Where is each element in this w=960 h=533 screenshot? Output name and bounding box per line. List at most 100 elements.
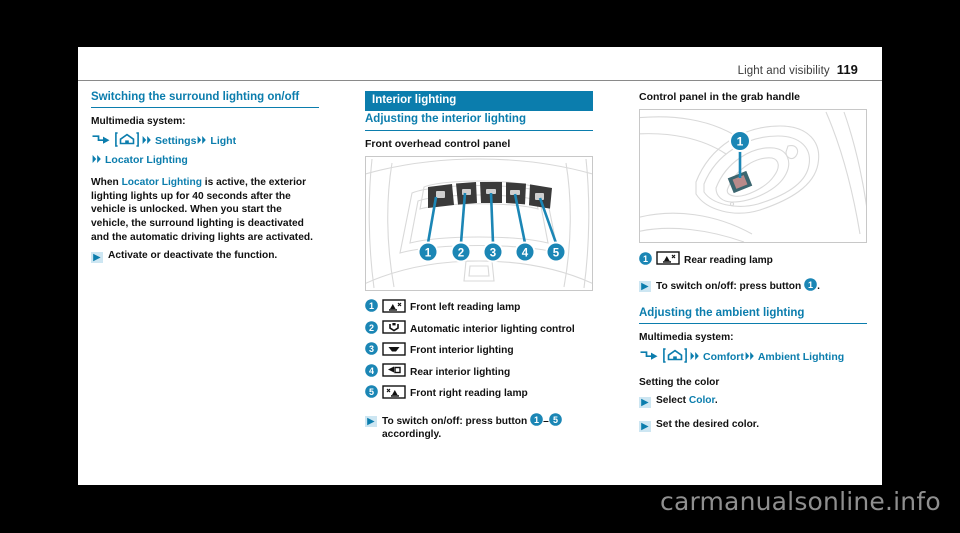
legend-label: Rear reading lamp bbox=[684, 254, 773, 266]
rear-interior-lighting-icon bbox=[382, 363, 406, 382]
heading-switching-surround-lighting: Switching the surround lighting on/off bbox=[91, 91, 319, 109]
svg-text:2: 2 bbox=[458, 247, 464, 259]
subheading-setting-the-color: Setting the color bbox=[639, 376, 720, 388]
step-switch-rear-reading-lamp: To switch on/off: press button 1. bbox=[639, 278, 867, 297]
paragraph-text: When Locator Lighting is active, the ext… bbox=[91, 177, 313, 243]
step-select-color: Select Color. bbox=[639, 394, 867, 413]
svg-text:3: 3 bbox=[490, 247, 496, 259]
path-chevron-icon bbox=[745, 351, 756, 367]
legend-label: Automatic interior lighting control bbox=[410, 323, 575, 335]
step-text: Select Color. bbox=[656, 395, 718, 407]
column-left: Switching the surround lighting on/off M… bbox=[91, 91, 319, 273]
legend-item-1: 1 Rear reading lamp bbox=[639, 251, 867, 270]
svg-text:1: 1 bbox=[534, 415, 539, 425]
automatic-interior-lighting-icon bbox=[382, 320, 406, 339]
svg-text:5: 5 bbox=[553, 247, 560, 259]
reading-lamp-left-icon bbox=[382, 298, 406, 318]
step-text: To switch on/off: press button 1. bbox=[656, 278, 820, 293]
page-header: Light and visibility 119 bbox=[78, 47, 882, 81]
path-chevron-icon bbox=[197, 135, 208, 151]
inline-badge-1: 1 bbox=[804, 278, 817, 292]
callout-badge-1: 1 bbox=[365, 299, 378, 317]
watermark: carmanualsonline.info bbox=[660, 487, 941, 516]
emphasised-term: Color bbox=[688, 395, 715, 407]
step-text-before: To switch on/off: press button bbox=[382, 415, 528, 427]
svg-text:1: 1 bbox=[369, 301, 374, 311]
legend-item-4: 4 Rear interior lighting bbox=[365, 363, 593, 382]
path-segment-settings[interactable]: Settings bbox=[155, 135, 196, 147]
legend-item-5: 5 Front right reading lamp bbox=[365, 384, 593, 404]
surround-lighting-paragraph: When Locator Lighting is active, the ext… bbox=[91, 176, 319, 244]
step-text-after: . bbox=[817, 281, 820, 293]
svg-text:2: 2 bbox=[369, 323, 374, 333]
svg-text:3: 3 bbox=[369, 344, 374, 354]
svg-text:5: 5 bbox=[369, 387, 374, 397]
svg-text:1: 1 bbox=[425, 247, 432, 259]
triangle-bullet-icon bbox=[365, 414, 377, 432]
step-text: Set the desired color. bbox=[656, 419, 760, 431]
header-text: Light and visibility 119 bbox=[738, 62, 858, 77]
path-chevron-icon bbox=[92, 154, 103, 170]
legend-label: Front interior lighting bbox=[410, 345, 514, 357]
path-segment-light[interactable]: Light bbox=[210, 135, 236, 147]
svg-text:5: 5 bbox=[553, 415, 558, 425]
screenshot-root: Light and visibility 119 Switching the su… bbox=[0, 0, 960, 533]
caption-front-overhead-control-panel: Front overhead control panel bbox=[365, 137, 511, 150]
inline-badge-5: 5 bbox=[548, 412, 562, 427]
legend-item-3: 3 Front interior lighting bbox=[365, 341, 593, 361]
svg-text:1: 1 bbox=[643, 254, 648, 264]
front-overhead-control-panel-illustration: 1 2 3 4 5 bbox=[365, 155, 593, 291]
rear-reading-lamp-icon bbox=[656, 251, 680, 270]
legend-item-1: 1 Front left reading lamp bbox=[365, 298, 593, 318]
path-chevron-icon bbox=[690, 351, 701, 367]
callout-badge-3: 3 bbox=[365, 342, 378, 360]
home-key-icon bbox=[115, 132, 139, 153]
corner-arrow-icon bbox=[639, 350, 659, 367]
step-text-before: To switch on/off: press button bbox=[656, 281, 802, 293]
svg-text:4: 4 bbox=[522, 247, 529, 259]
column-middle: Interior lighting Adjusting the interior… bbox=[365, 91, 593, 447]
overhead-panel-legend: 1 Front left reading lamp 2 Automatic in… bbox=[365, 298, 593, 404]
triangle-bullet-icon bbox=[639, 419, 651, 437]
callout-badge-4: 4 bbox=[365, 363, 378, 382]
path-segment-comfort[interactable]: Comfort bbox=[703, 351, 744, 363]
caption-grab-handle-control-panel: Control panel in the grab handle bbox=[639, 91, 801, 103]
menu-path-surround-lighting: Settings Light Locator Lighting bbox=[91, 132, 319, 170]
legend-label: Rear interior lighting bbox=[410, 366, 511, 378]
step-activate-deactivate: Activate or deactivate the function. bbox=[91, 249, 319, 268]
callout-badge-1: 1 bbox=[639, 251, 652, 270]
svg-text:4: 4 bbox=[369, 366, 374, 376]
step-set-desired-color: Set the desired color. bbox=[639, 418, 867, 437]
inline-badge-1: 1 bbox=[530, 412, 543, 427]
step-text: Activate or deactivate the function. bbox=[108, 250, 278, 262]
corner-arrow-icon bbox=[91, 134, 111, 151]
step-switch-interior-lights: To switch on/off: press button 1–5 accor… bbox=[365, 412, 593, 442]
front-interior-lighting-icon bbox=[382, 341, 406, 361]
heading-adjusting-interior-lighting: Adjusting the interior lighting bbox=[365, 113, 593, 131]
multimedia-system-label: Multimedia system: bbox=[639, 332, 734, 344]
home-key-icon bbox=[663, 348, 687, 369]
step-text-after: accordingly. bbox=[382, 429, 442, 441]
triangle-bullet-icon bbox=[91, 250, 103, 268]
svg-text:1: 1 bbox=[737, 135, 744, 149]
multimedia-system-label: Multimedia system: bbox=[91, 116, 186, 128]
column-right: Control panel in the grab handle 1 1 Rea… bbox=[639, 91, 867, 442]
triangle-bullet-icon bbox=[639, 395, 651, 413]
callout-badge-5: 5 bbox=[365, 385, 378, 403]
legend-label: Front right reading lamp bbox=[410, 388, 528, 400]
menu-path-ambient-lighting: Comfort Ambient Lighting bbox=[639, 348, 867, 369]
manual-page: Light and visibility 119 Switching the su… bbox=[78, 47, 882, 485]
heading-adjusting-ambient-lighting: Adjusting the ambient lighting bbox=[639, 307, 867, 325]
page-number: 119 bbox=[836, 62, 858, 77]
section-title: Light and visibility bbox=[737, 65, 830, 77]
path-segment-ambient-lighting[interactable]: Ambient Lighting bbox=[758, 351, 844, 363]
svg-text:1: 1 bbox=[808, 280, 813, 290]
legend-label: Front left reading lamp bbox=[410, 302, 521, 314]
grab-handle-legend: 1 Rear reading lamp bbox=[639, 251, 867, 270]
path-chevron-icon bbox=[142, 135, 153, 151]
reading-lamp-right-icon bbox=[382, 384, 406, 404]
step-text: To switch on/off: press button 1–5 accor… bbox=[382, 412, 593, 442]
heading-interior-lighting: Interior lighting bbox=[365, 91, 593, 112]
triangle-bullet-icon bbox=[639, 279, 651, 297]
path-segment-locator-lighting[interactable]: Locator Lighting bbox=[105, 154, 188, 166]
